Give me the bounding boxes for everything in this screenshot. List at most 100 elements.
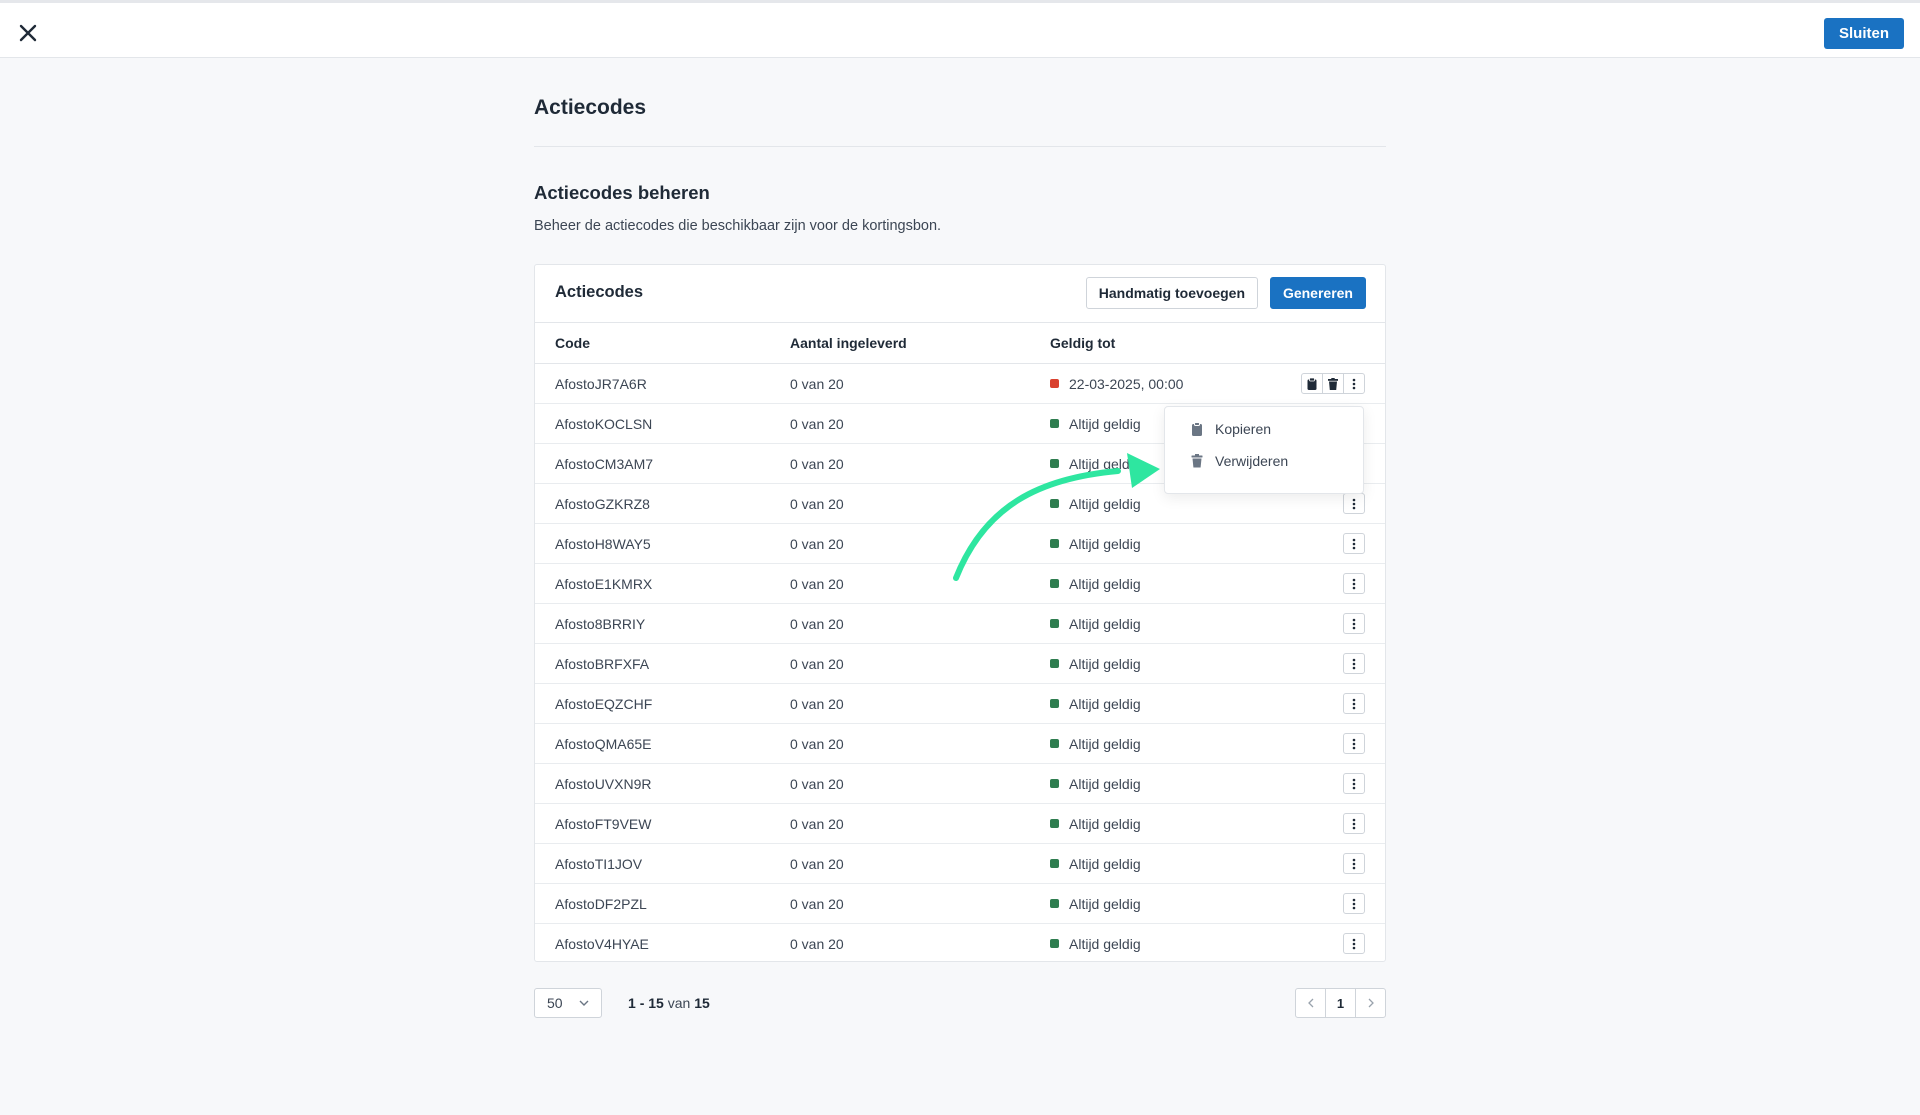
per-page-select[interactable]: 50 bbox=[534, 988, 602, 1018]
chevron-left-icon bbox=[1307, 998, 1313, 1008]
table-row: AfostoUVXN9R 0 van 20 Altijd geldig bbox=[535, 763, 1385, 804]
more-actions-button[interactable] bbox=[1343, 493, 1365, 514]
table-row: AfostoBRFXFA 0 van 20 Altijd geldig bbox=[535, 643, 1385, 684]
status-indicator bbox=[1050, 379, 1059, 388]
delete-button[interactable] bbox=[1322, 373, 1344, 394]
cell-delivered: 0 van 20 bbox=[790, 523, 1050, 564]
table-row: AfostoTI1JOV 0 van 20 Altijd geldig bbox=[535, 843, 1385, 884]
column-header-delivered: Aantal ingeleverd bbox=[790, 323, 1050, 364]
row-actions bbox=[1343, 533, 1365, 554]
menu-item-delete[interactable]: Verwijderen bbox=[1191, 453, 1288, 469]
close-icon[interactable] bbox=[16, 21, 40, 45]
validity-text: Altijd geldig bbox=[1069, 455, 1141, 472]
cell-code: AfostoDF2PZL bbox=[535, 883, 790, 924]
validity-text: Altijd geldig bbox=[1069, 575, 1141, 592]
row-actions bbox=[1343, 613, 1365, 634]
cell-valid-until: Altijd geldig bbox=[1050, 924, 1285, 964]
validity-status: Altijd geldig bbox=[1050, 576, 1285, 592]
cell-valid-until: Altijd geldig bbox=[1050, 523, 1285, 564]
row-actions bbox=[1343, 573, 1365, 594]
cell-delivered: 0 van 20 bbox=[790, 483, 1050, 524]
cell-code: AfostoV4HYAE bbox=[555, 935, 649, 952]
cell-valid-until: Altijd geldig bbox=[1050, 723, 1285, 764]
table-row: AfostoFT9VEW 0 van 20 Altijd geldig bbox=[535, 803, 1385, 844]
more-actions-button[interactable] bbox=[1343, 933, 1365, 954]
validity-text: Altijd geldig bbox=[1069, 895, 1141, 912]
validity-status: Altijd geldig bbox=[1050, 776, 1285, 792]
trash-icon bbox=[1328, 377, 1338, 390]
trash-icon bbox=[1191, 454, 1203, 468]
more-vertical-icon bbox=[1352, 818, 1356, 829]
cell-code: AfostoBRFXFA bbox=[535, 643, 790, 684]
copy-button[interactable] bbox=[1301, 373, 1323, 394]
more-actions-button[interactable] bbox=[1343, 733, 1365, 754]
more-actions-button[interactable] bbox=[1343, 773, 1365, 794]
status-indicator bbox=[1050, 859, 1059, 868]
more-actions-button[interactable] bbox=[1343, 533, 1365, 554]
cell-code: AfostoCM3AM7 bbox=[535, 443, 790, 484]
cell-code: AfostoJR7A6R bbox=[535, 363, 790, 404]
cell-code: AfostoUVXN9R bbox=[535, 763, 790, 804]
cell-actions bbox=[1285, 563, 1385, 604]
cell-actions bbox=[1285, 763, 1385, 804]
table-row: AfostoE1KMRX 0 van 20 Altijd geldig bbox=[535, 563, 1385, 604]
status-indicator bbox=[1050, 699, 1059, 708]
validity-text: Altijd geldig bbox=[1069, 775, 1141, 792]
validity-text: Altijd geldig bbox=[1069, 935, 1141, 952]
cell-actions bbox=[1285, 603, 1385, 644]
status-indicator bbox=[1050, 659, 1059, 668]
cell-delivered: 0 van 20 bbox=[790, 723, 1050, 764]
cell-code: AfostoQMA65E bbox=[535, 723, 790, 764]
cell-valid-until: Altijd geldig bbox=[1050, 563, 1285, 604]
column-header-valid-until: Geldig tot bbox=[1050, 323, 1285, 364]
add-manual-button[interactable]: Handmatig toevoegen bbox=[1085, 277, 1258, 309]
more-vertical-icon bbox=[1352, 658, 1356, 669]
cell-delivered: 0 van 20 bbox=[790, 403, 1050, 444]
more-actions-button[interactable] bbox=[1343, 693, 1365, 714]
more-actions-button[interactable] bbox=[1343, 653, 1365, 674]
status-indicator bbox=[1050, 459, 1059, 468]
row-actions bbox=[1343, 853, 1365, 874]
more-actions-button[interactable] bbox=[1343, 573, 1365, 594]
cell-actions bbox=[1285, 924, 1385, 964]
status-indicator bbox=[1050, 499, 1059, 508]
more-actions-button[interactable] bbox=[1343, 613, 1365, 634]
more-vertical-icon bbox=[1352, 578, 1356, 589]
range-text: 1 - 15 van 15 bbox=[628, 995, 710, 1011]
menu-item-copy-label: Kopieren bbox=[1215, 421, 1272, 437]
more-actions-button[interactable] bbox=[1343, 893, 1365, 914]
validity-status: Altijd geldig bbox=[1050, 696, 1285, 712]
validity-text: Altijd geldig bbox=[1069, 415, 1141, 432]
close-button[interactable]: Sluiten bbox=[1823, 18, 1904, 49]
menu-item-copy[interactable]: Kopieren bbox=[1191, 421, 1271, 437]
column-header-actions bbox=[1285, 323, 1385, 364]
more-actions-button[interactable] bbox=[1343, 373, 1365, 394]
status-indicator bbox=[1050, 939, 1059, 948]
card-header: Actiecodes Handmatig toevoegen Genereren bbox=[535, 265, 1385, 323]
cell-code: AfostoE1KMRX bbox=[535, 563, 790, 604]
next-page-button[interactable] bbox=[1355, 988, 1386, 1018]
more-actions-button[interactable] bbox=[1343, 813, 1365, 834]
cell-code: AfostoFT9VEW bbox=[535, 803, 790, 844]
top-bar: Sluiten bbox=[0, 0, 1920, 58]
more-vertical-icon bbox=[1352, 938, 1356, 949]
cell-delivered: 0 van 20 bbox=[790, 363, 1050, 404]
row-actions bbox=[1343, 493, 1365, 514]
row-actions bbox=[1343, 733, 1365, 754]
table-row: AfostoQMA65E 0 van 20 Altijd geldig bbox=[535, 723, 1385, 764]
cell-valid-until: Altijd geldig bbox=[1050, 603, 1285, 644]
table-row: AfostoEQZCHF 0 van 20 Altijd geldig bbox=[535, 683, 1385, 724]
status-indicator bbox=[1050, 619, 1059, 628]
cell-valid-until: Altijd geldig bbox=[1050, 683, 1285, 724]
page-button[interactable]: 1 bbox=[1325, 988, 1356, 1018]
more-vertical-icon bbox=[1352, 778, 1356, 789]
cell-delivered: 0 van 20 bbox=[790, 763, 1050, 804]
status-indicator bbox=[1050, 579, 1059, 588]
more-actions-button[interactable] bbox=[1343, 853, 1365, 874]
more-vertical-icon bbox=[1352, 498, 1356, 509]
previous-page-button[interactable] bbox=[1295, 988, 1326, 1018]
generate-button[interactable]: Genereren bbox=[1269, 277, 1366, 309]
cell-actions bbox=[1285, 363, 1385, 404]
more-vertical-icon bbox=[1352, 538, 1356, 549]
row-actions-menu: Kopieren Verwijderen bbox=[1164, 406, 1364, 494]
